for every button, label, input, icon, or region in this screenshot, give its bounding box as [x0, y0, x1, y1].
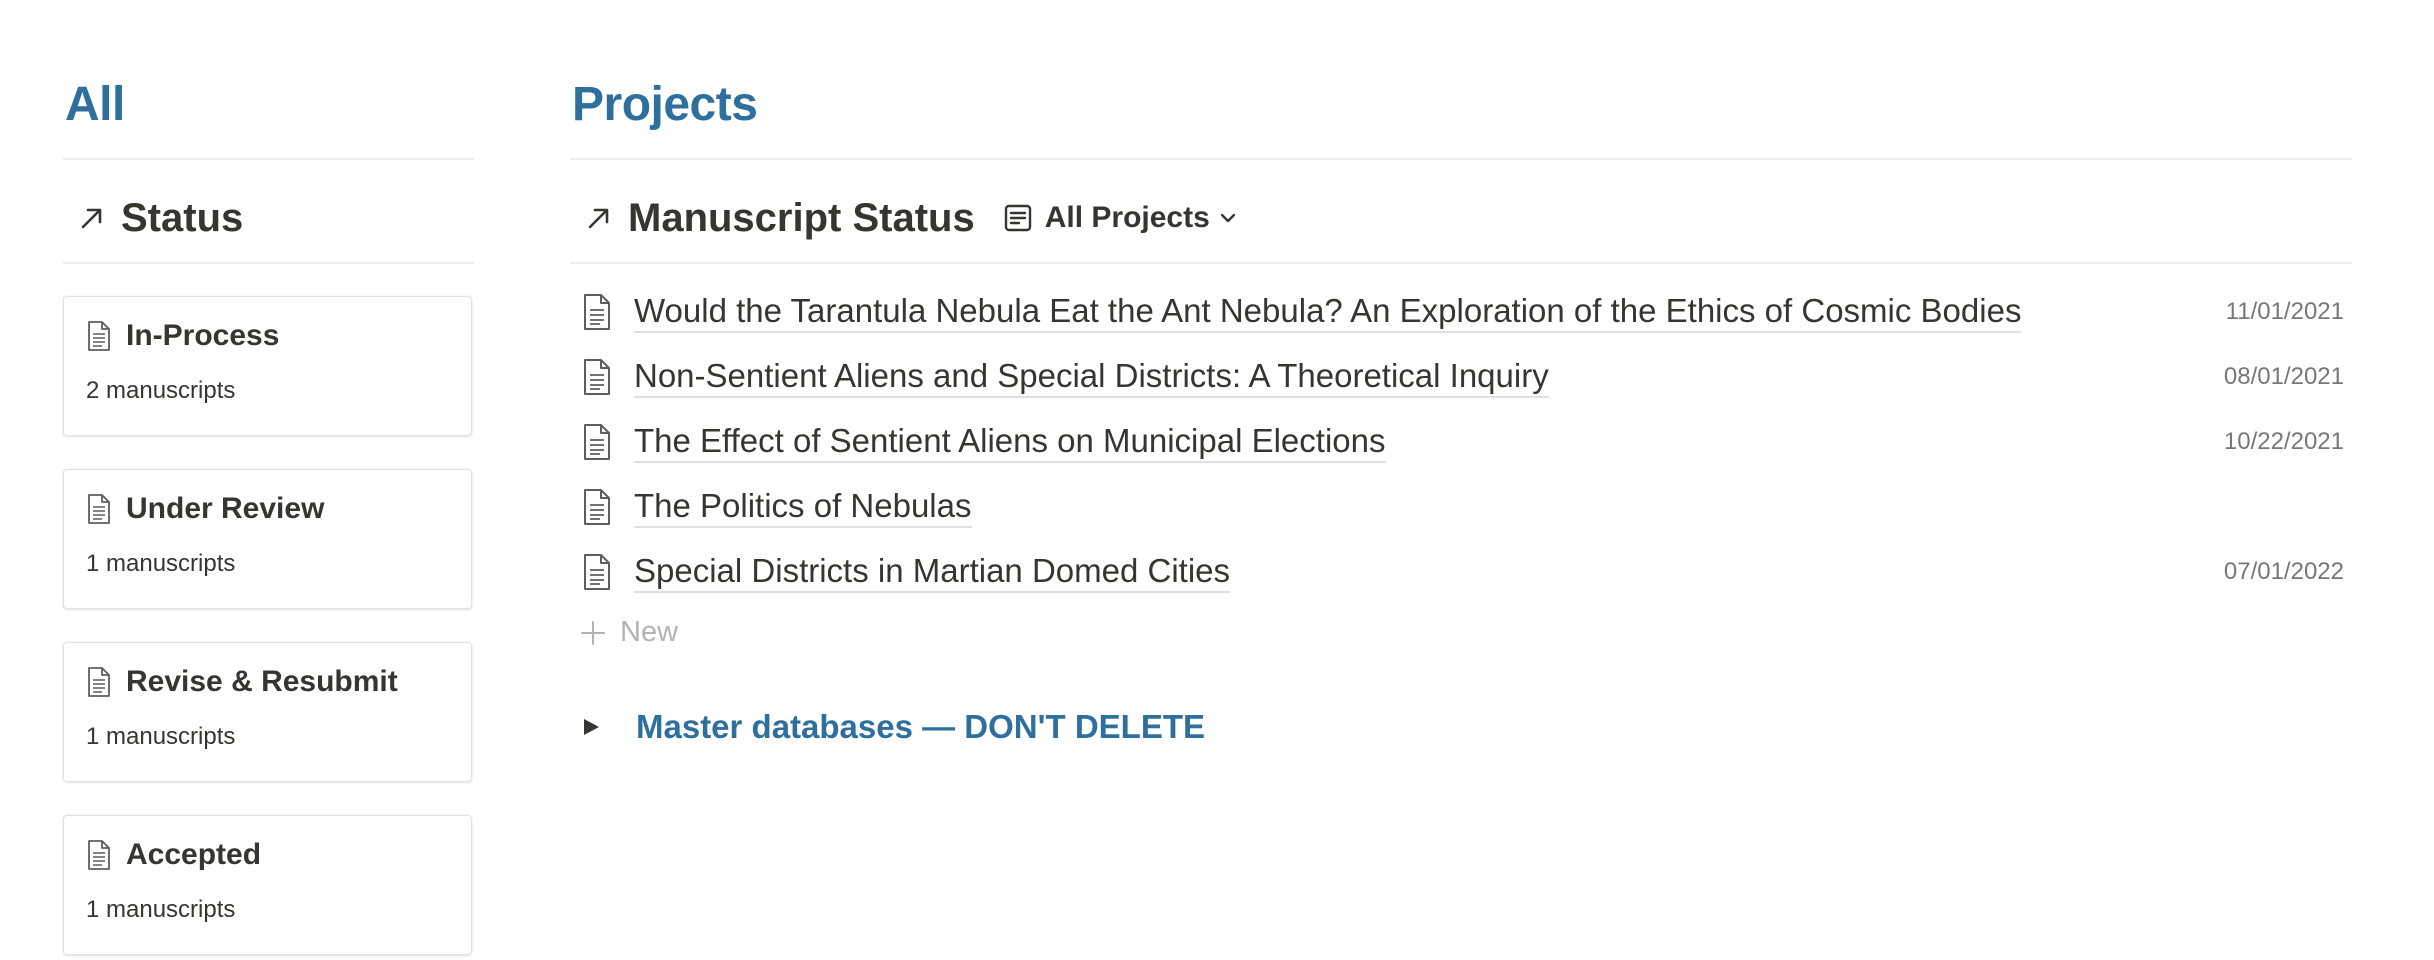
- new-item-button[interactable]: New: [580, 616, 678, 649]
- document-icon: [584, 489, 610, 525]
- status-card-revise-resubmit[interactable]: Revise & Resubmit 1 manuscripts: [63, 642, 472, 782]
- all-heading[interactable]: All: [65, 76, 125, 134]
- row-title[interactable]: Would the Tarantula Nebula Eat the Ant N…: [634, 291, 2022, 333]
- arrow-up-right-icon[interactable]: [584, 203, 614, 233]
- document-icon: [584, 554, 610, 590]
- status-view-header[interactable]: Status: [77, 190, 243, 246]
- card-title: Accepted: [126, 838, 262, 871]
- chevron-down-icon: [1220, 213, 1235, 223]
- plus-icon: [581, 620, 605, 645]
- document-icon: [88, 840, 110, 870]
- new-item-label: New: [620, 616, 679, 648]
- card-count: 2 manuscripts: [86, 377, 236, 404]
- view-switcher-label: All Projects: [1044, 201, 1210, 234]
- card-title-row: Accepted: [86, 838, 261, 872]
- view-divider: [570, 262, 2352, 264]
- row-date: 11/01/2021: [2225, 298, 2344, 325]
- list-item[interactable]: Would the Tarantula Nebula Eat the Ant N…: [570, 284, 2344, 340]
- arrow-up-right-icon: [77, 203, 107, 233]
- card-title-row: Under Review: [86, 492, 324, 526]
- row-date: 08/01/2021: [2223, 363, 2344, 390]
- document-icon: [584, 359, 610, 395]
- card-count: 1 manuscripts: [86, 550, 236, 577]
- document-icon: [584, 424, 610, 460]
- document-icon: [584, 294, 610, 330]
- view-divider: [63, 262, 474, 264]
- list-item[interactable]: The Effect of Sentient Aliens on Municip…: [570, 414, 2344, 470]
- heading-divider: [63, 158, 474, 160]
- card-title-row: In-Process: [86, 319, 279, 353]
- row-title[interactable]: Non-Sentient Aliens and Special District…: [634, 356, 1549, 398]
- toggle-label: Master databases — DON'T DELETE: [636, 708, 1205, 745]
- view-switcher[interactable]: All Projects: [1003, 201, 1238, 235]
- row-title[interactable]: The Politics of Nebulas: [634, 486, 972, 528]
- list-item[interactable]: The Politics of Nebulas: [570, 479, 2344, 535]
- status-card-under-review[interactable]: Under Review 1 manuscripts: [63, 469, 472, 609]
- status-view-title: Status: [121, 195, 244, 240]
- heading-divider: [570, 158, 2352, 160]
- list-item[interactable]: Non-Sentient Aliens and Special District…: [570, 349, 2344, 405]
- row-date: 10/22/2021: [2223, 428, 2344, 455]
- manuscript-view-title[interactable]: Manuscript Status: [628, 196, 975, 241]
- status-card-accepted[interactable]: Accepted 1 manuscripts: [63, 815, 472, 955]
- card-title: In-Process: [126, 319, 280, 352]
- projects-heading[interactable]: Projects: [572, 76, 758, 134]
- document-icon: [88, 667, 110, 697]
- row-title[interactable]: The Effect of Sentient Aliens on Municip…: [634, 421, 1386, 463]
- row-date: 07/01/2022: [2223, 558, 2344, 585]
- card-count: 1 manuscripts: [86, 896, 236, 923]
- toggle-triangle-icon[interactable]: [580, 716, 602, 738]
- card-title-row: Revise & Resubmit: [86, 665, 398, 699]
- manuscript-view-header: Manuscript Status All Projects: [584, 190, 1238, 246]
- card-title: Under Review: [126, 492, 325, 525]
- status-card-in-process[interactable]: In-Process 2 manuscripts: [63, 296, 472, 436]
- row-title[interactable]: Special Districts in Martian Domed Citie…: [634, 551, 1231, 593]
- document-icon: [88, 321, 110, 351]
- master-databases-toggle[interactable]: Master databases — DON'T DELETE: [580, 708, 1205, 746]
- document-icon: [88, 494, 110, 524]
- card-title: Revise & Resubmit: [126, 665, 398, 698]
- list-item[interactable]: Special Districts in Martian Domed Citie…: [570, 544, 2344, 600]
- board-view-icon: [1004, 204, 1031, 232]
- card-count: 1 manuscripts: [86, 723, 236, 750]
